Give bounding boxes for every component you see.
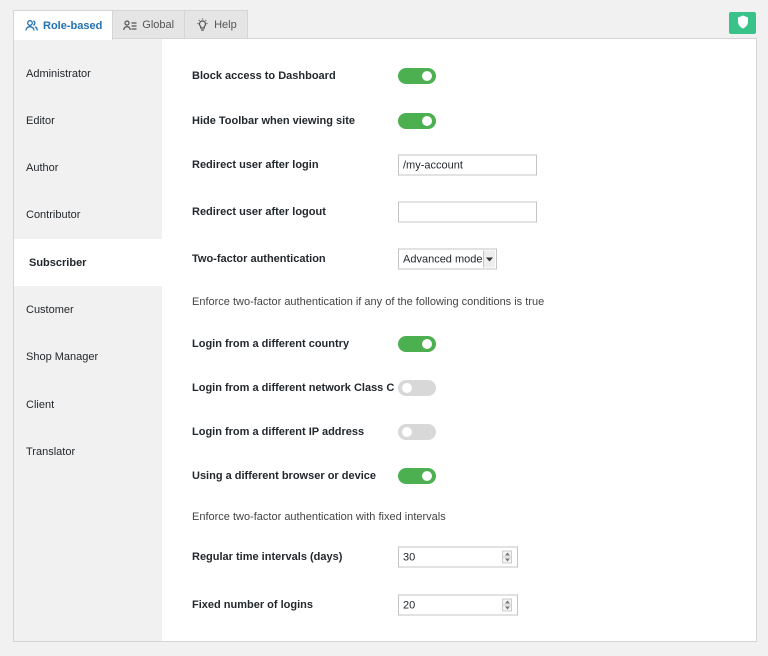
diff-ip-label: Login from a different IP address bbox=[192, 426, 365, 438]
redirect-logout-label: Redirect user after logout bbox=[192, 206, 326, 218]
number-spinner[interactable] bbox=[502, 550, 512, 564]
sidebar-item-editor[interactable]: Editor bbox=[14, 97, 162, 144]
login-count-value: 20 bbox=[403, 599, 416, 611]
sidebar-item-label: Administrator bbox=[26, 67, 91, 80]
toggle-knob bbox=[402, 427, 412, 437]
chevron-down-icon[interactable] bbox=[503, 604, 511, 611]
diff-network-toggle[interactable] bbox=[398, 380, 436, 396]
login-count-label: Fixed number of logins bbox=[192, 599, 314, 611]
shield-button[interactable] bbox=[729, 12, 756, 34]
two-factor-label: Two-factor authentication bbox=[192, 253, 326, 265]
diff-country-toggle[interactable] bbox=[398, 336, 436, 352]
time-interval-input[interactable]: 30 bbox=[398, 546, 518, 568]
redirect-logout-input[interactable] bbox=[398, 201, 537, 223]
redirect-login-label: Redirect user after login bbox=[192, 159, 319, 171]
toggle-knob bbox=[402, 383, 412, 393]
toggle-knob bbox=[422, 339, 432, 349]
time-interval-label: Regular time intervals (days) bbox=[192, 551, 343, 563]
sidebar-item-client[interactable]: Client bbox=[14, 381, 162, 428]
tab-bar: Role-based Global Help bbox=[13, 10, 248, 40]
lightbulb-icon bbox=[195, 18, 209, 32]
list-user-icon bbox=[123, 18, 137, 32]
diff-country-label: Login from a different country bbox=[192, 338, 350, 350]
users-icon bbox=[24, 19, 38, 33]
sidebar-item-shop-manager[interactable]: Shop Manager bbox=[14, 333, 162, 380]
toggle-knob bbox=[422, 471, 432, 481]
settings-content: Block access to Dashboard Hide Toolbar w… bbox=[162, 39, 756, 641]
hide-toolbar-toggle[interactable] bbox=[398, 113, 436, 129]
tab-label: Role-based bbox=[43, 19, 103, 32]
sidebar-item-label: Customer bbox=[26, 303, 74, 316]
conditions-note: Enforce two-factor authentication if any… bbox=[192, 296, 545, 308]
diff-network-label: Login from a different network Class C bbox=[192, 382, 395, 394]
tab-help[interactable]: Help bbox=[184, 10, 248, 39]
tab-label: Help bbox=[214, 19, 237, 31]
sidebar-item-label: Editor bbox=[26, 114, 55, 127]
sidebar-item-label: Author bbox=[26, 161, 59, 174]
number-spinner[interactable] bbox=[502, 598, 512, 612]
sidebar-item-contributor[interactable]: Contributor bbox=[14, 191, 162, 238]
sidebar-item-administrator[interactable]: Administrator bbox=[14, 50, 162, 97]
block-dashboard-label: Block access to Dashboard bbox=[192, 70, 336, 82]
two-factor-value: Advanced mode bbox=[403, 253, 483, 265]
two-factor-select[interactable]: Advanced mode bbox=[398, 248, 497, 270]
tab-role-based[interactable]: Role-based bbox=[13, 10, 114, 40]
role-sidebar: Administrator Editor Author Contributor … bbox=[14, 39, 162, 641]
redirect-login-input[interactable] bbox=[398, 154, 537, 176]
sidebar-item-translator[interactable]: Translator bbox=[14, 428, 162, 475]
block-dashboard-toggle[interactable] bbox=[398, 68, 436, 84]
settings-panel: Administrator Editor Author Contributor … bbox=[13, 38, 757, 642]
diff-browser-label: Using a different browser or device bbox=[192, 470, 376, 482]
sidebar-item-author[interactable]: Author bbox=[14, 144, 162, 191]
sidebar-item-label: Client bbox=[26, 398, 55, 411]
hide-toolbar-label: Hide Toolbar when viewing site bbox=[192, 115, 355, 127]
shield-icon bbox=[737, 15, 749, 32]
toggle-knob bbox=[422, 71, 432, 81]
sidebar-item-label: Contributor bbox=[26, 208, 81, 221]
chevron-down-icon bbox=[483, 250, 495, 268]
sidebar-item-subscriber[interactable]: Subscriber bbox=[14, 239, 162, 286]
diff-browser-toggle[interactable] bbox=[398, 468, 436, 484]
intervals-note: Enforce two-factor authentication with f… bbox=[192, 511, 446, 523]
sidebar-item-customer[interactable]: Customer bbox=[14, 286, 162, 333]
toggle-knob bbox=[422, 116, 432, 126]
sidebar-item-label: Shop Manager bbox=[26, 350, 99, 363]
sidebar-item-label: Translator bbox=[26, 445, 76, 458]
tab-label: Global bbox=[142, 19, 175, 31]
time-interval-value: 30 bbox=[403, 551, 416, 563]
tab-global[interactable]: Global bbox=[112, 10, 186, 39]
chevron-down-icon[interactable] bbox=[503, 556, 511, 563]
diff-ip-toggle[interactable] bbox=[398, 424, 436, 440]
login-count-input[interactable]: 20 bbox=[398, 594, 518, 616]
sidebar-item-label: Subscriber bbox=[29, 256, 87, 269]
